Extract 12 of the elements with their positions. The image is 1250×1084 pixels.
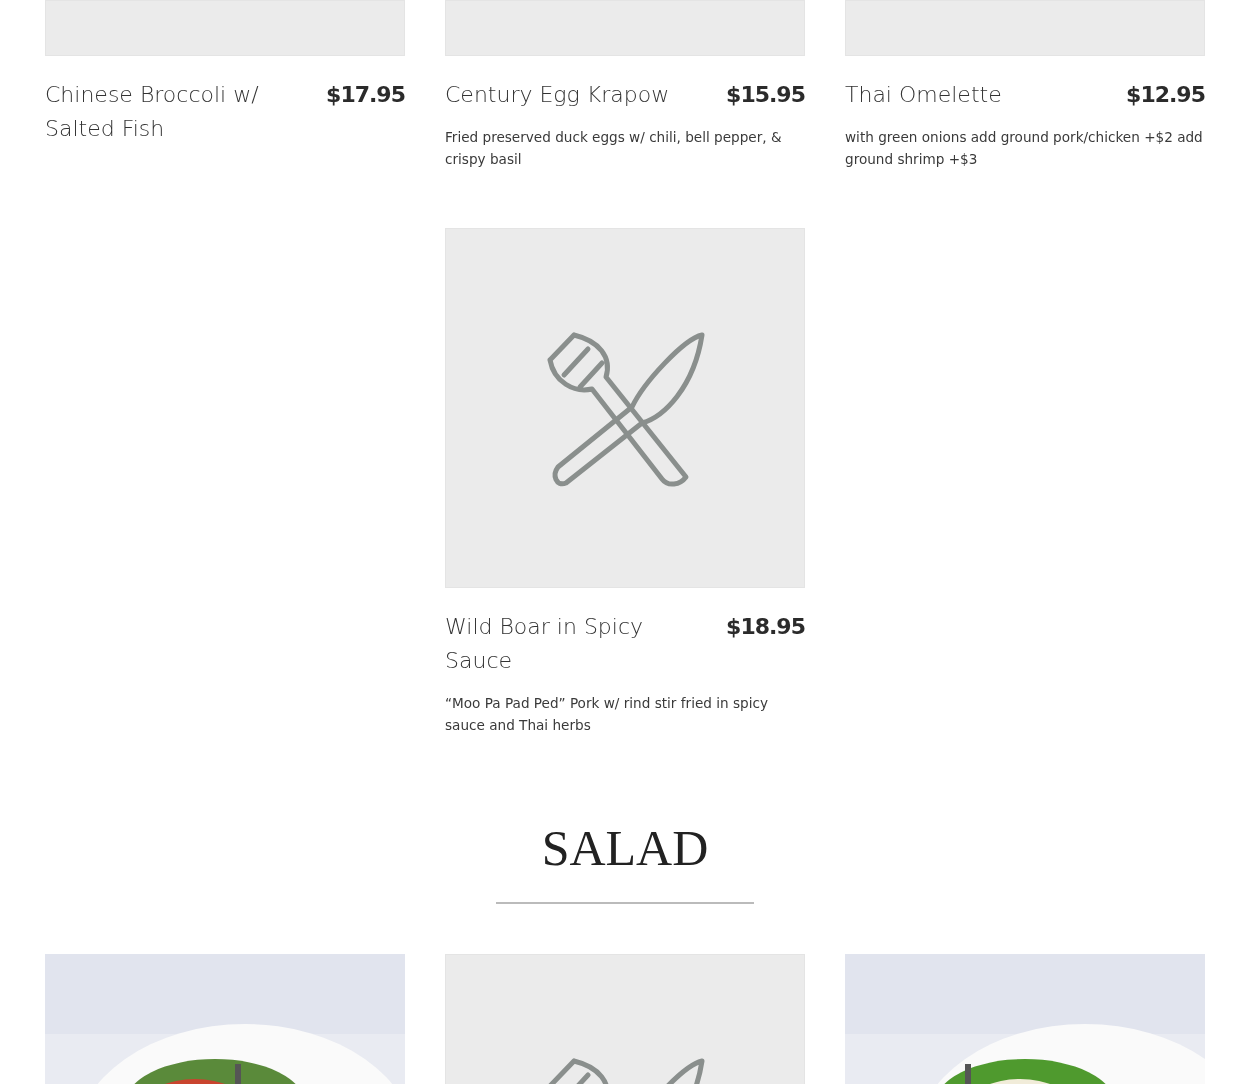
dish-price: $15.95 (726, 81, 805, 109)
dish-description: Fried preserved duck eggs w/ chili, bell pepper, & crispy basil (445, 128, 783, 169)
section-heading: SALAD (540, 819, 710, 878)
dish-description: “Moo Pa Pad Ped” Pork w/ rind stir fried in spicy sauce and Thai herbs (445, 694, 769, 735)
dish-name: Chinese Broccoli w/ Salted Fish (45, 81, 260, 143)
dish-name: Wild Boar in Spicy Sauce (445, 613, 645, 675)
dish-price: $18.95 (726, 613, 805, 641)
dish-price: $17.95 (326, 81, 405, 109)
dish-description: with green onions add ground pork/chicken +$2 add ground shrimp +$3 (845, 128, 1204, 169)
dish-name: Thai Omelette (845, 81, 1002, 109)
dish-name: Century Egg Krapow (445, 81, 670, 109)
dish-price: $12.95 (1126, 81, 1205, 109)
